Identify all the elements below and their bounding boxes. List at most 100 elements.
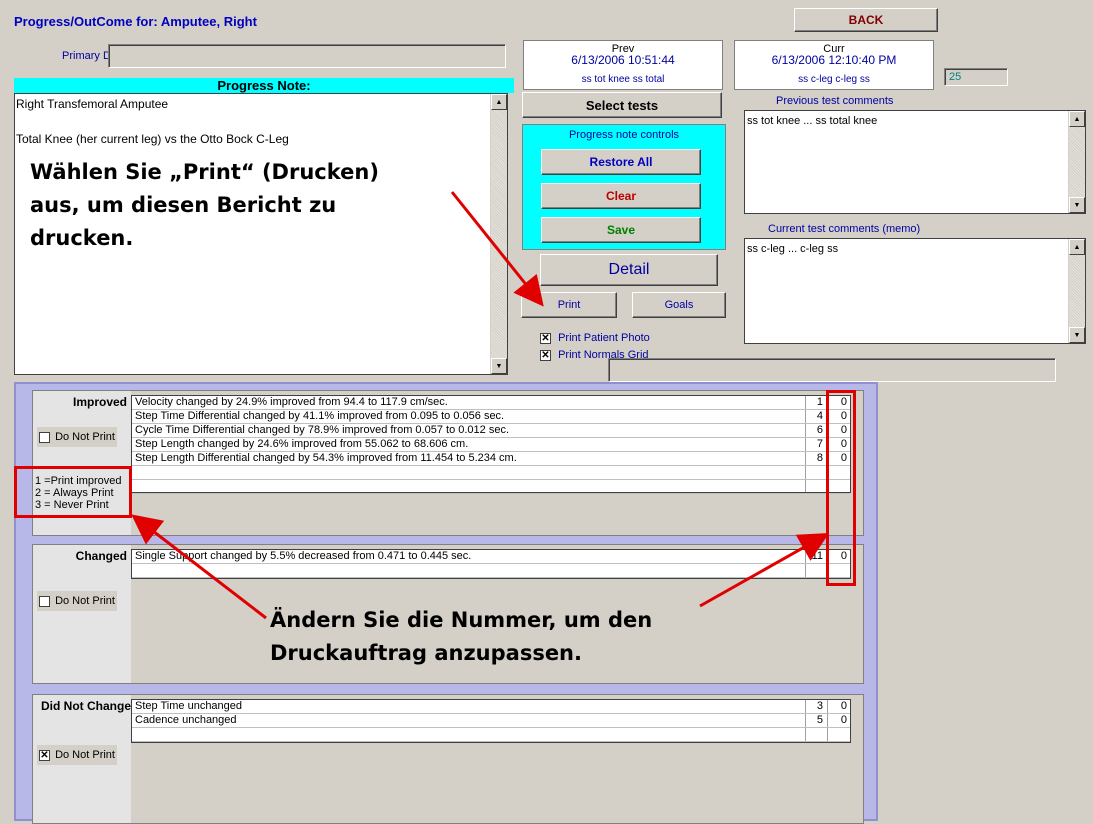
controls-panel-title: Progress note controls <box>568 129 680 141</box>
row-description: Velocity changed by 24.9% improved from … <box>135 396 448 408</box>
row-print-code[interactable]: 0 <box>827 714 850 726</box>
row-description: Step Length changed by 24.6% improved fr… <box>135 438 469 450</box>
did-not-change-label: Did Not Change <box>41 699 131 713</box>
print-callout: Wählen Sie „Print“ (Drucken) aus, um die… <box>30 156 379 255</box>
curr-comments-memo[interactable]: ss c-leg ... c-leg ss ▲ ▼ <box>744 238 1086 344</box>
table-row[interactable]: Step Length Differential changed by 54.3… <box>132 452 850 466</box>
did-not-change-do-not-print-label: Do Not Print <box>55 749 115 761</box>
prev-datetime: 6/13/2006 10:51:44 <box>571 53 675 67</box>
scroll-up-icon[interactable]: ▲ <box>491 94 507 110</box>
table-row[interactable] <box>132 480 850 494</box>
select-tests-button[interactable]: Select tests <box>522 92 722 118</box>
improved-do-not-print-checkbox[interactable] <box>39 431 50 443</box>
scroll-up-icon[interactable]: ▲ <box>1069 239 1085 255</box>
changed-grid[interactable]: Single Support changed by 5.5% decreased… <box>131 549 851 579</box>
print-callout-line-3: drucken. <box>30 226 134 250</box>
row-test-number: 8 <box>816 452 823 464</box>
did-not-change-grid[interactable]: Step Time unchanged 3 0 Cadence unchanged 5 0 <box>131 699 851 743</box>
row-description: Step Time unchanged <box>135 700 243 712</box>
goals-button[interactable]: Goals <box>632 292 726 318</box>
number-callout: Ändern Sie die Nummer, um den Druckauftr… <box>270 604 652 670</box>
row-test-number: 7 <box>816 438 823 450</box>
window-title: Progress/OutCome for: Amputee, Right <box>14 14 257 29</box>
row-print-code[interactable]: 0 <box>827 700 850 712</box>
restore-all-button[interactable]: Restore All <box>541 149 701 175</box>
improved-do-not-print-label: Do Not Print <box>55 431 115 443</box>
primary-dr-field[interactable] <box>108 44 506 68</box>
progress-note-scrollbar[interactable]: ▲ ▼ <box>490 94 507 374</box>
print-grid-checkbox[interactable]: ✕ <box>540 349 551 361</box>
row-test-number: 6 <box>816 424 823 436</box>
curr-datetime: 6/13/2006 12:10:40 PM <box>771 53 897 67</box>
number-column-highlight-box <box>826 390 856 586</box>
row-test-number: 3 <box>816 700 823 712</box>
changed-do-not-print-checkbox[interactable] <box>39 595 50 607</box>
row-test-number: 11 <box>811 550 823 562</box>
row-description: Single Support changed by 5.5% decreased… <box>135 550 472 562</box>
row-description: Cycle Time Differential changed by 78.9%… <box>135 424 509 436</box>
legend-highlight-box <box>14 466 132 518</box>
progress-note-line-2: Total Knee (her current leg) vs the Otto… <box>16 132 289 146</box>
scroll-down-icon[interactable]: ▼ <box>1069 327 1085 343</box>
table-row[interactable]: Single Support changed by 5.5% decreased… <box>132 550 850 564</box>
row-test-number: 5 <box>816 714 823 726</box>
table-row[interactable] <box>132 466 850 480</box>
scroll-down-icon[interactable]: ▼ <box>491 358 507 374</box>
print-photo-checkbox[interactable]: ✕ <box>540 332 551 344</box>
row-description: Cadence unchanged <box>135 714 237 726</box>
curr-note: ss c-leg c-leg ss <box>798 74 870 85</box>
table-row[interactable]: Cycle Time Differential changed by 78.9%… <box>132 424 850 438</box>
print-photo-label: Print Patient Photo <box>558 332 650 344</box>
count-field[interactable]: 25 <box>944 68 1008 86</box>
did-not-change-do-not-print[interactable]: ✕ Do Not Print <box>37 745 117 765</box>
print-callout-line-2: aus, um diesen Bericht zu <box>30 193 337 217</box>
results-panel: Improved Do Not Print 1 =Print improved … <box>14 382 878 824</box>
curr-comments-text: ss c-leg ... c-leg ss <box>747 243 839 255</box>
progress-note-controls-panel: Progress note controls Restore All Clear… <box>522 124 726 250</box>
scroll-down-icon[interactable]: ▼ <box>1069 197 1085 213</box>
save-button[interactable]: Save <box>541 217 701 243</box>
row-description: Step Time Differential changed by 41.1% … <box>135 410 505 422</box>
progress-note-line-1: Right Transfemoral Amputee <box>16 97 169 111</box>
print-patient-photo-option[interactable]: ✕ Print Patient Photo <box>540 332 650 344</box>
prev-comments-memo[interactable]: ss tot knee ... ss total knee ▲ ▼ <box>744 110 1086 214</box>
prev-comments-scrollbar[interactable]: ▲ ▼ <box>1068 111 1085 213</box>
changed-label: Changed <box>75 549 127 563</box>
table-row[interactable] <box>132 728 850 742</box>
progress-note-header: Progress Note: <box>14 78 514 93</box>
did-not-change-do-not-print-checkbox[interactable]: ✕ <box>39 749 50 761</box>
table-row[interactable]: Step Time Differential changed by 41.1% … <box>132 410 850 424</box>
prev-session-box: Prev 6/13/2006 10:51:44 ss tot knee ss t… <box>523 40 723 90</box>
did-not-change-group: Did Not Change ✕ Do Not Print Step Time … <box>32 694 864 824</box>
changed-side <box>33 545 131 683</box>
improved-label: Improved <box>72 395 127 409</box>
prev-comments-text: ss tot knee ... ss total knee <box>747 115 878 127</box>
row-test-number: 4 <box>816 410 823 422</box>
print-callout-line-1: Wählen Sie „Print“ (Drucken) <box>30 160 379 184</box>
changed-do-not-print[interactable]: Do Not Print <box>37 591 117 611</box>
curr-comments-label: Current test comments (memo) <box>768 223 921 235</box>
row-test-number: 1 <box>816 396 823 408</box>
status-field <box>608 358 1056 382</box>
curr-session-box: Curr 6/13/2006 12:10:40 PM ss c-leg c-le… <box>734 40 934 90</box>
detail-button[interactable]: Detail <box>540 254 718 286</box>
table-row[interactable]: Cadence unchanged 5 0 <box>132 714 850 728</box>
table-row[interactable]: Step Length changed by 24.6% improved fr… <box>132 438 850 452</box>
clear-button[interactable]: Clear <box>541 183 701 209</box>
improved-group: Improved Do Not Print 1 =Print improved … <box>32 390 864 536</box>
print-button[interactable]: Print <box>521 292 617 318</box>
count-value: 25 <box>949 71 962 83</box>
table-row[interactable]: Velocity changed by 24.9% improved from … <box>132 396 850 410</box>
improved-do-not-print[interactable]: Do Not Print <box>37 427 117 447</box>
table-row[interactable] <box>132 564 850 578</box>
prev-comments-label: Previous test comments <box>776 95 894 107</box>
back-button[interactable]: BACK <box>794 8 938 32</box>
row-description: Step Length Differential changed by 54.3… <box>135 452 517 464</box>
improved-grid[interactable]: Velocity changed by 24.9% improved from … <box>131 395 851 494</box>
number-callout-line-2: Druckauftrag anzupassen. <box>270 641 582 665</box>
prev-note: ss tot knee ss total <box>581 74 665 85</box>
scroll-up-icon[interactable]: ▲ <box>1069 111 1085 127</box>
changed-do-not-print-label: Do Not Print <box>55 595 115 607</box>
table-row[interactable]: Step Time unchanged 3 0 <box>132 700 850 714</box>
curr-comments-scrollbar[interactable]: ▲ ▼ <box>1068 239 1085 343</box>
